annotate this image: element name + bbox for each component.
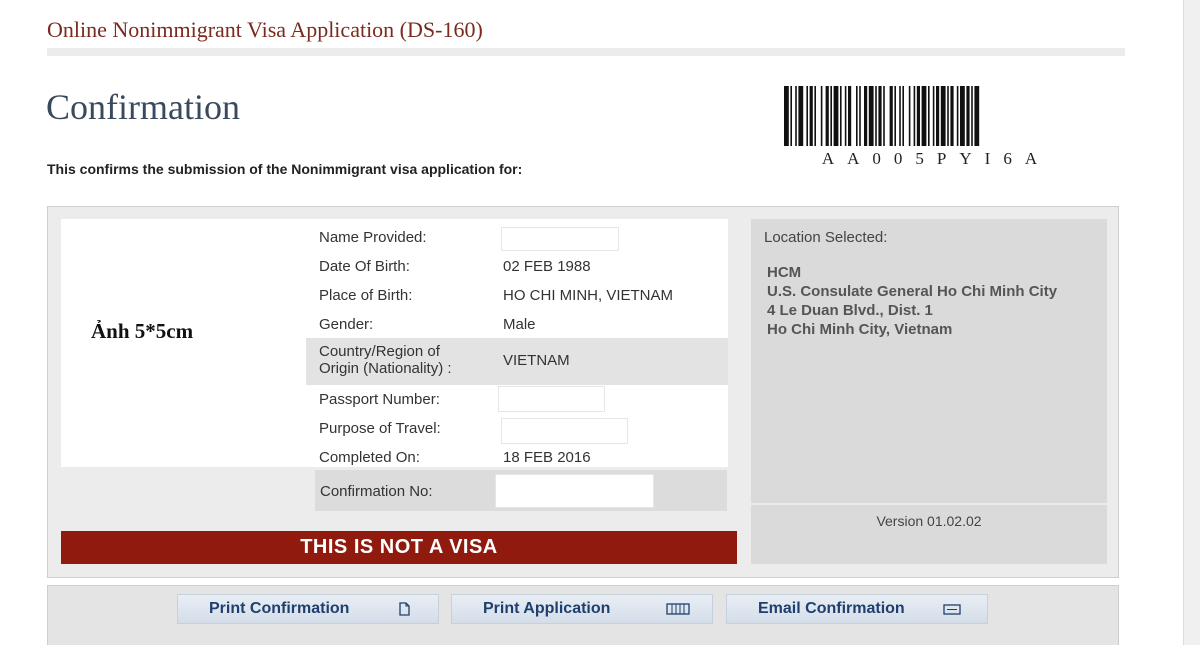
- pages-icon: [666, 603, 690, 615]
- version-panel: Version 01.02.02: [751, 505, 1107, 564]
- print-application-label: Print Application: [483, 600, 611, 617]
- photo-placeholder: Ảnh 5*5cm: [61, 219, 306, 467]
- detail-row-passport: Passport Number:: [306, 386, 728, 412]
- detail-row-gender: Gender: Male: [306, 316, 728, 336]
- dob-value: 02 FEB 1988: [503, 258, 591, 275]
- purpose-value-redacted: [501, 418, 628, 444]
- pob-value: HO CHI MINH, VIETNAM: [503, 287, 674, 304]
- app-title: Online Nonimmigrant Visa Application (DS…: [47, 17, 483, 42]
- gender-value: Male: [503, 316, 536, 333]
- detail-row-name: Name Provided:: [306, 227, 728, 251]
- name-value-redacted: [501, 227, 619, 251]
- detail-row-completed: Completed On: 18 FEB 2016: [306, 449, 728, 469]
- purpose-label: Purpose of Travel:: [319, 420, 441, 437]
- email-confirmation-button[interactable]: Email Confirmation: [726, 594, 988, 624]
- detail-row-country: Country/Region of Origin (Nationality) :…: [306, 338, 728, 385]
- location-code: HCM: [767, 264, 802, 281]
- passport-value-redacted: [498, 386, 605, 412]
- country-label: Country/Region of Origin (Nationality) :: [319, 343, 452, 377]
- location-panel: Location Selected: HCM U.S. Consulate Ge…: [751, 219, 1107, 503]
- confirmation-number-label: Confirmation No:: [320, 483, 433, 500]
- title-divider: [47, 48, 1125, 56]
- not-a-visa-banner: THIS IS NOT A VISA: [61, 531, 737, 564]
- location-header: Location Selected:: [764, 229, 888, 246]
- country-label-line2: Origin (Nationality) :: [319, 360, 452, 377]
- applicant-details: Name Provided: Date Of Birth: 02 FEB 198…: [306, 219, 728, 467]
- confirmation-number-redacted: [495, 474, 654, 508]
- location-consulate: U.S. Consulate General Ho Chi Minh City: [767, 283, 1058, 300]
- country-label-line1: Country/Region of: [319, 343, 440, 360]
- version-text: Version 01.02.02: [876, 513, 982, 529]
- print-confirmation-label: Print Confirmation: [209, 600, 350, 617]
- email-confirmation-label: Email Confirmation: [758, 600, 905, 617]
- location-address: HCM U.S. Consulate General Ho Chi Minh C…: [767, 263, 1057, 339]
- completed-value: 18 FEB 2016: [503, 449, 591, 466]
- detail-row-dob: Date Of Birth: 02 FEB 1988: [306, 258, 728, 278]
- page-title: Confirmation: [46, 87, 240, 127]
- name-label: Name Provided:: [319, 229, 427, 246]
- country-value: VIETNAM: [503, 352, 570, 369]
- print-application-button[interactable]: Print Application: [451, 594, 713, 624]
- barcode-text: AA005PYI6A: [821, 149, 1051, 168]
- barcode: [784, 86, 980, 146]
- completed-label: Completed On:: [319, 449, 420, 466]
- dob-label: Date Of Birth:: [319, 258, 410, 275]
- location-street: 4 Le Duan Blvd., Dist. 1: [767, 302, 933, 319]
- photo-label: Ảnh 5*5cm: [91, 319, 194, 343]
- scrollbar-edge: [1183, 0, 1184, 645]
- document-icon: [399, 602, 410, 616]
- scrollbar[interactable]: [1183, 0, 1200, 645]
- envelope-icon: [943, 604, 961, 615]
- gender-label: Gender:: [319, 316, 374, 333]
- detail-row-pob: Place of Birth: HO CHI MINH, VIETNAM: [306, 287, 728, 307]
- detail-row-purpose: Purpose of Travel:: [306, 418, 728, 444]
- confirmation-intro: This confirms the submission of the Noni…: [47, 161, 523, 177]
- passport-label: Passport Number:: [319, 391, 440, 408]
- print-confirmation-button[interactable]: Print Confirmation: [177, 594, 439, 624]
- pob-label: Place of Birth:: [319, 287, 413, 304]
- location-city: Ho Chi Minh City, Vietnam: [767, 321, 953, 338]
- confirmation-number-row: Confirmation No:: [315, 470, 727, 511]
